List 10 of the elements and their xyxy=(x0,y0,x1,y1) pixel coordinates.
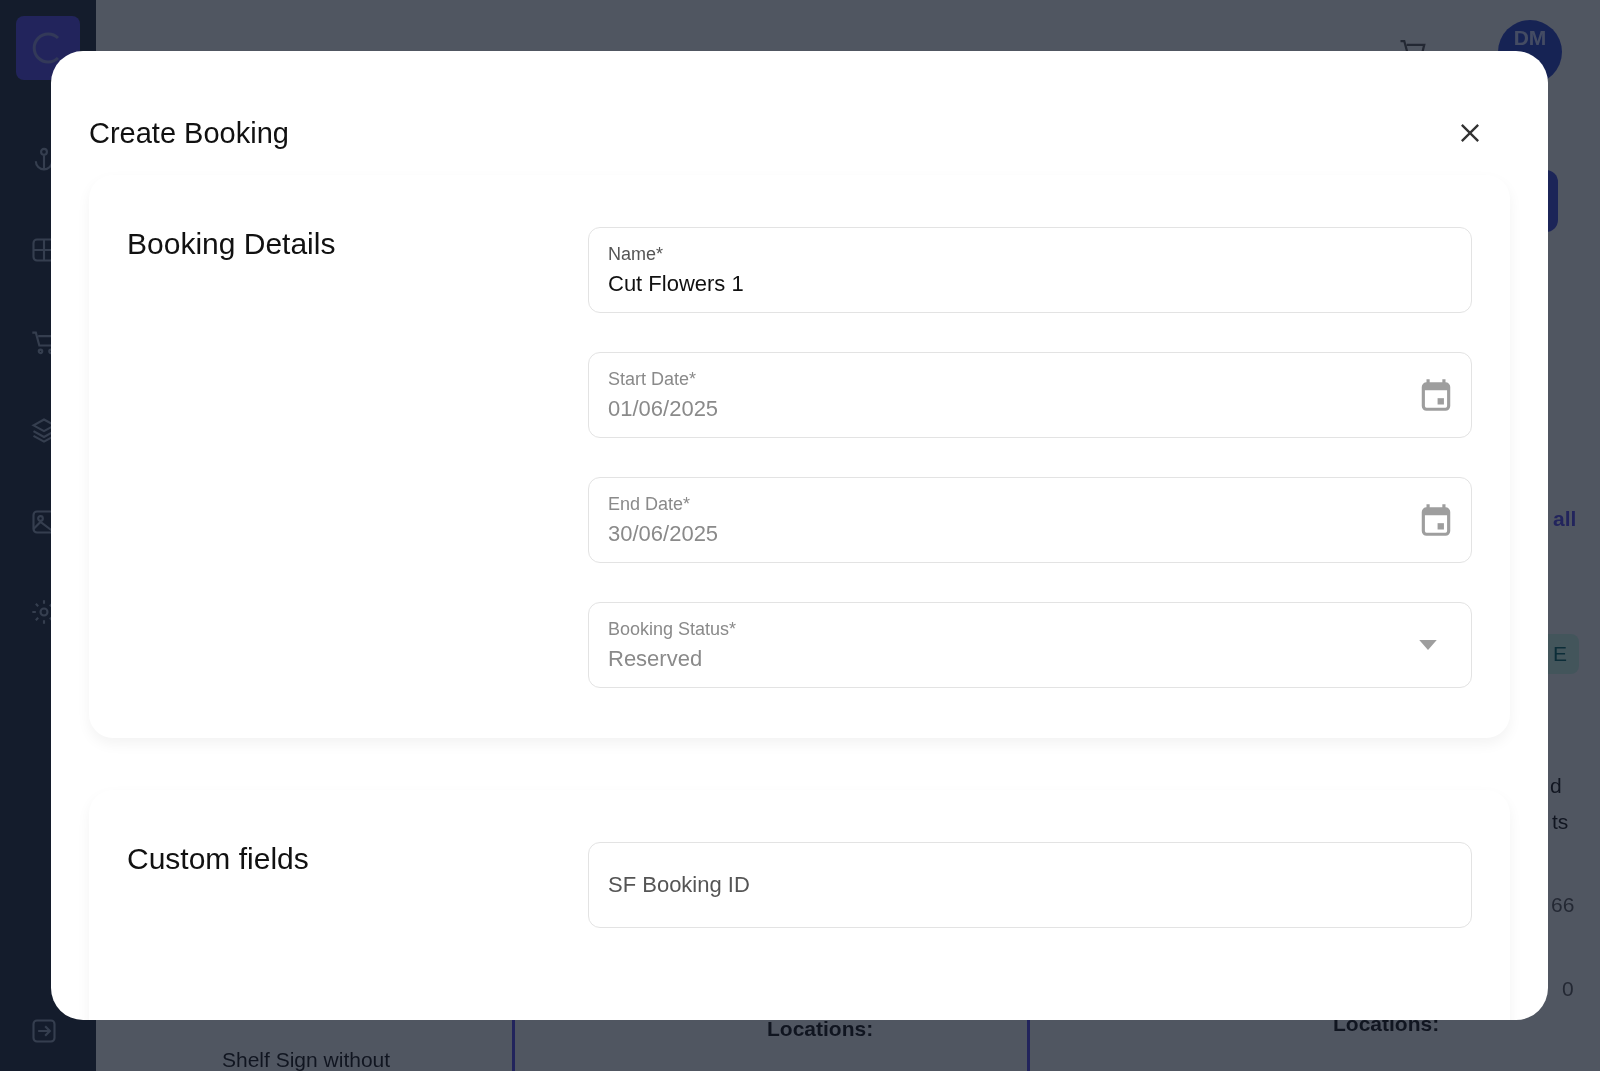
dialog-title: Create Booking xyxy=(89,116,289,150)
input-field[interactable]: Name* Cut Flowers 1 xyxy=(588,227,1472,313)
background-text: Shelf Sign without xyxy=(222,1048,391,1071)
section-title: Booking Details xyxy=(127,227,337,262)
input-field[interactable]: SF Booking ID xyxy=(588,842,1472,928)
field-label: Locations: xyxy=(767,1017,874,1041)
section-title: Custom fields xyxy=(127,842,310,877)
field-label: Locations: xyxy=(1333,1012,1440,1036)
background-text: ts xyxy=(1552,810,1569,834)
background-text: d xyxy=(1550,774,1562,798)
